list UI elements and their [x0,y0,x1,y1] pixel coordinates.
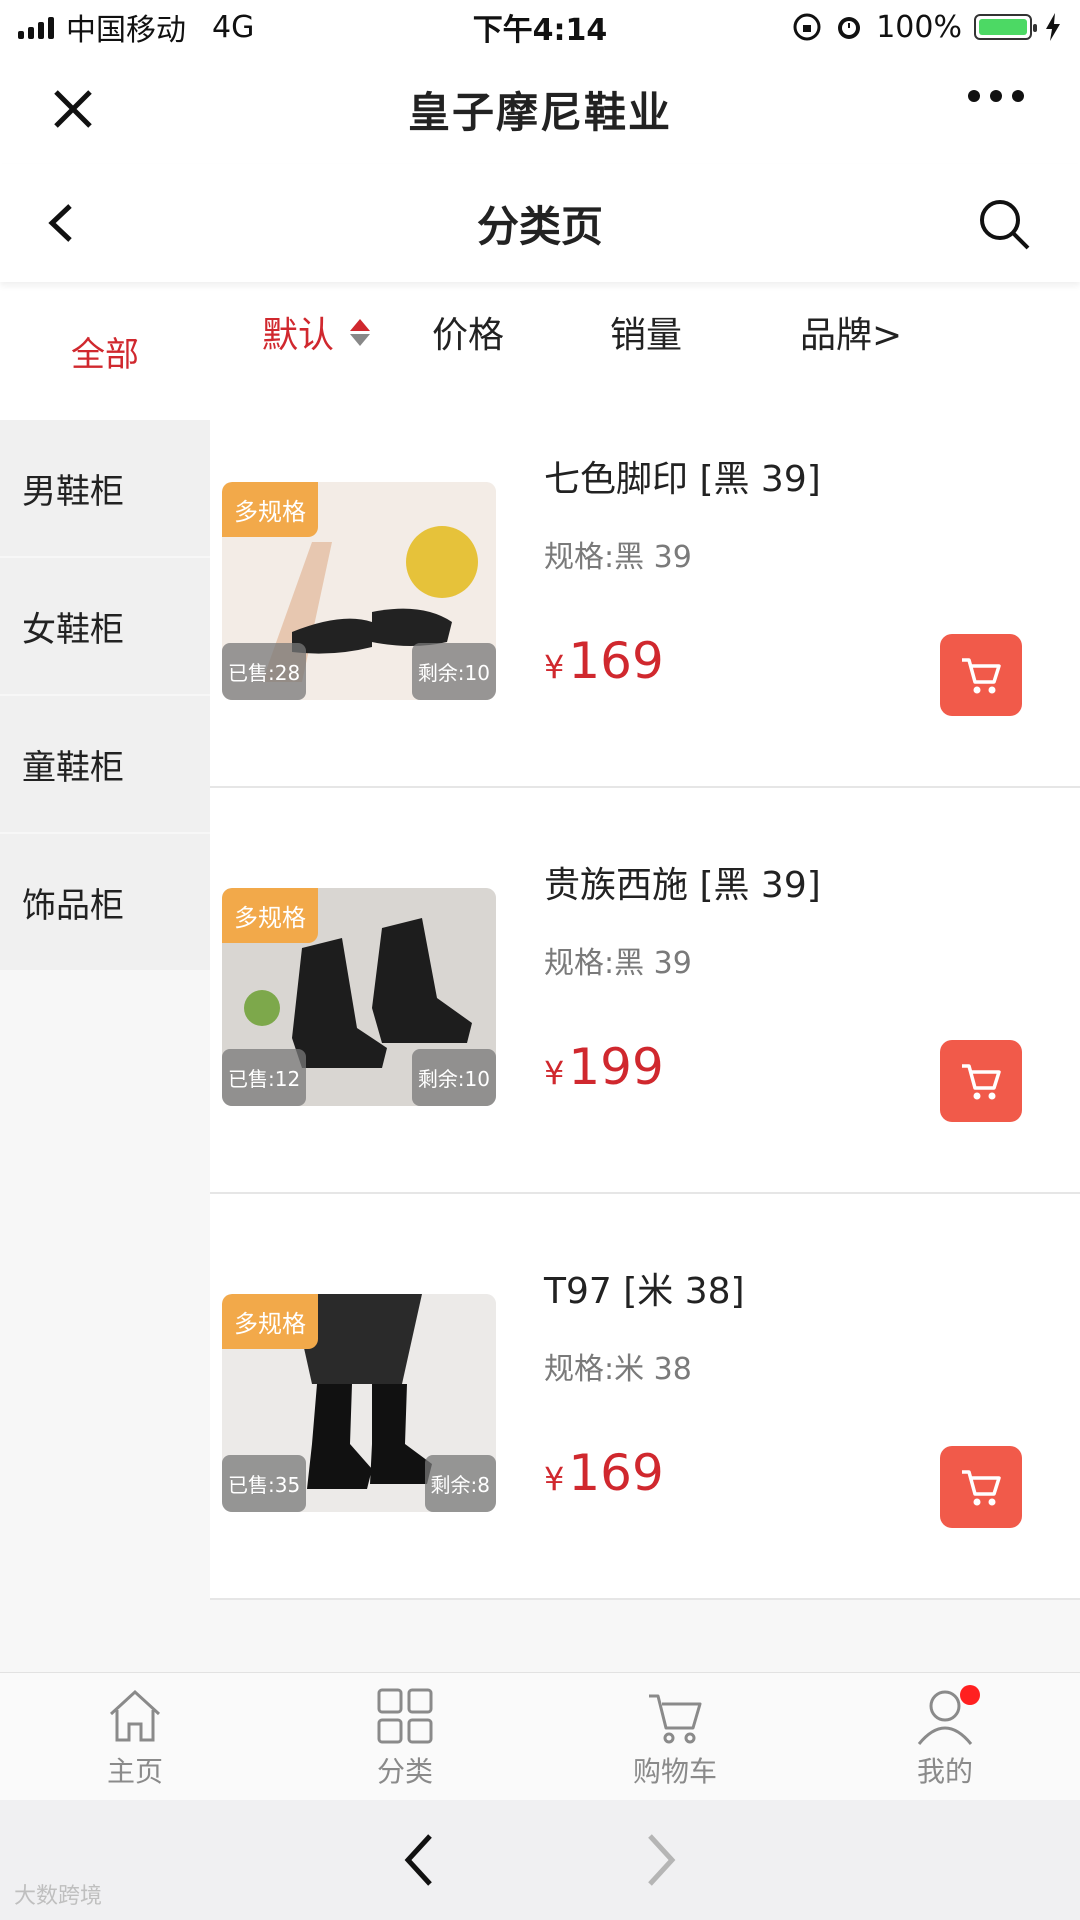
page-title: 分类页 [476,201,603,251]
sort-bar: 默认 价格 销量 品牌> [210,282,1080,382]
back-icon[interactable] [38,198,88,248]
currency-symbol: ¥ [544,1054,565,1092]
tab-cart-label: 购物车 [632,1754,717,1788]
sold-count: 已售:12 [222,1049,307,1106]
sold-count: 已售:28 [222,643,307,700]
product-item[interactable]: 多规格 已售:35 剩余:8 T97 [米 38] 规格:米 38 ¥169 [210,1194,1080,1600]
multi-spec-tag: 多规格 [222,482,318,537]
remain-count: 剩余:8 [424,1455,496,1512]
tab-cart[interactable]: 购物车 [540,1673,810,1800]
add-to-cart-button[interactable] [940,1040,1022,1122]
sidebar-item-women-shoes[interactable]: 女鞋柜 [0,558,210,696]
status-time: 下午4:14 [472,13,608,48]
sidebar-item-accessories[interactable]: 饰品柜 [0,834,210,972]
forward-arrow-icon[interactable] [640,1830,680,1890]
category-sidebar: 全部 男鞋柜 女鞋柜 童鞋柜 饰品柜 [0,282,210,1672]
product-image[interactable]: 多规格 已售:35 剩余:8 [222,1294,496,1512]
sort-price[interactable]: 价格 [432,306,504,358]
app-title: 皇子摩尼鞋业 [407,87,672,137]
page-header: 分类页 [0,164,1080,282]
cart-icon [962,1064,1001,1100]
sidebar-item-men-shoes[interactable]: 男鞋柜 [0,420,210,558]
sort-default-label: 默认 [262,315,335,356]
product-spec: 规格:黑 39 [544,946,692,981]
price-value: 199 [568,1038,664,1096]
notification-dot [960,1685,980,1705]
search-icon[interactable] [974,194,1034,254]
home-icon [109,1689,161,1741]
tab-profile[interactable]: 我的 [810,1673,1080,1800]
carrier-label: 中国移动 [66,13,186,48]
price-value: 169 [568,1444,664,1502]
tab-category-label: 分类 [376,1754,433,1788]
product-name[interactable]: 贵族西施 [黑 39] [544,856,821,908]
grid-icon [377,1688,433,1743]
battery-icon [974,14,1037,40]
back-arrow-icon[interactable] [400,1830,440,1890]
product-list: 多规格 已售:28 剩余:10 七色脚印 [黑 39] 规格:黑 39 ¥169… [210,382,1080,1600]
battery-percent: 100% [876,9,962,45]
multi-spec-tag: 多规格 [222,888,318,943]
status-right: 100% [662,10,1062,45]
currency-symbol: ¥ [544,648,565,686]
tab-home-label: 主页 [106,1754,163,1788]
add-to-cart-button[interactable] [940,1446,1022,1528]
product-image[interactable]: 多规格 已售:28 剩余:10 [222,482,496,700]
sidebar-item-kids-shoes[interactable]: 童鞋柜 [0,696,210,834]
alarm-icon [838,17,861,39]
rotation-lock-icon [793,13,821,41]
product-spec: 规格:黑 39 [544,540,692,575]
product-price: ¥199 [544,1038,664,1096]
more-icon[interactable] [968,90,1024,102]
tab-profile-label: 我的 [916,1754,973,1788]
remain-count: 剩余:10 [411,643,496,700]
cart-icon [962,658,1001,694]
product-name[interactable]: 七色脚印 [黑 39] [544,450,821,502]
title-bar: 皇子摩尼鞋业 [0,54,1080,164]
sort-brand[interactable]: 品牌> [800,306,902,358]
cart-icon [649,1694,702,1743]
sort-default[interactable]: 默认 [262,306,371,358]
close-icon[interactable] [48,84,98,134]
multi-spec-tag: 多规格 [222,1294,318,1349]
sort-arrows-icon [350,318,371,346]
tab-home[interactable]: 主页 [0,1673,270,1800]
sort-sales[interactable]: 销量 [610,306,682,358]
product-image[interactable]: 多规格 已售:12 剩余:10 [222,888,496,1106]
add-to-cart-button[interactable] [940,634,1022,716]
watermark: 大数跨境 [14,1884,103,1909]
network-label: 4G [212,9,255,45]
product-price: ¥169 [544,632,664,690]
product-price: ¥169 [544,1444,664,1502]
status-left: 中国移动 4G [18,5,418,49]
product-item[interactable]: 多规格 已售:28 剩余:10 七色脚印 [黑 39] 规格:黑 39 ¥169 [210,382,1080,788]
remain-count: 剩余:10 [411,1049,496,1106]
cart-icon [962,1470,1001,1506]
product-item[interactable]: 多规格 已售:12 剩余:10 贵族西施 [黑 39] 规格:黑 39 ¥199 [210,788,1080,1194]
product-spec: 规格:米 38 [544,1352,692,1387]
bottom-tab-bar: 主页 分类 购物车 我的 [0,1672,1080,1800]
currency-symbol: ¥ [544,1460,565,1498]
sidebar-item-all[interactable]: 全部 [0,282,210,420]
sold-count: 已售:35 [222,1455,307,1512]
browser-nav-bar: 大数跨境 [0,1800,1080,1920]
signal-icon [18,15,54,39]
charging-icon [1046,13,1060,41]
tab-category[interactable]: 分类 [270,1673,540,1800]
price-value: 169 [568,632,664,690]
product-name[interactable]: T97 [米 38] [544,1262,745,1314]
status-bar: 中国移动 4G 下午4:14 100% [0,0,1080,54]
